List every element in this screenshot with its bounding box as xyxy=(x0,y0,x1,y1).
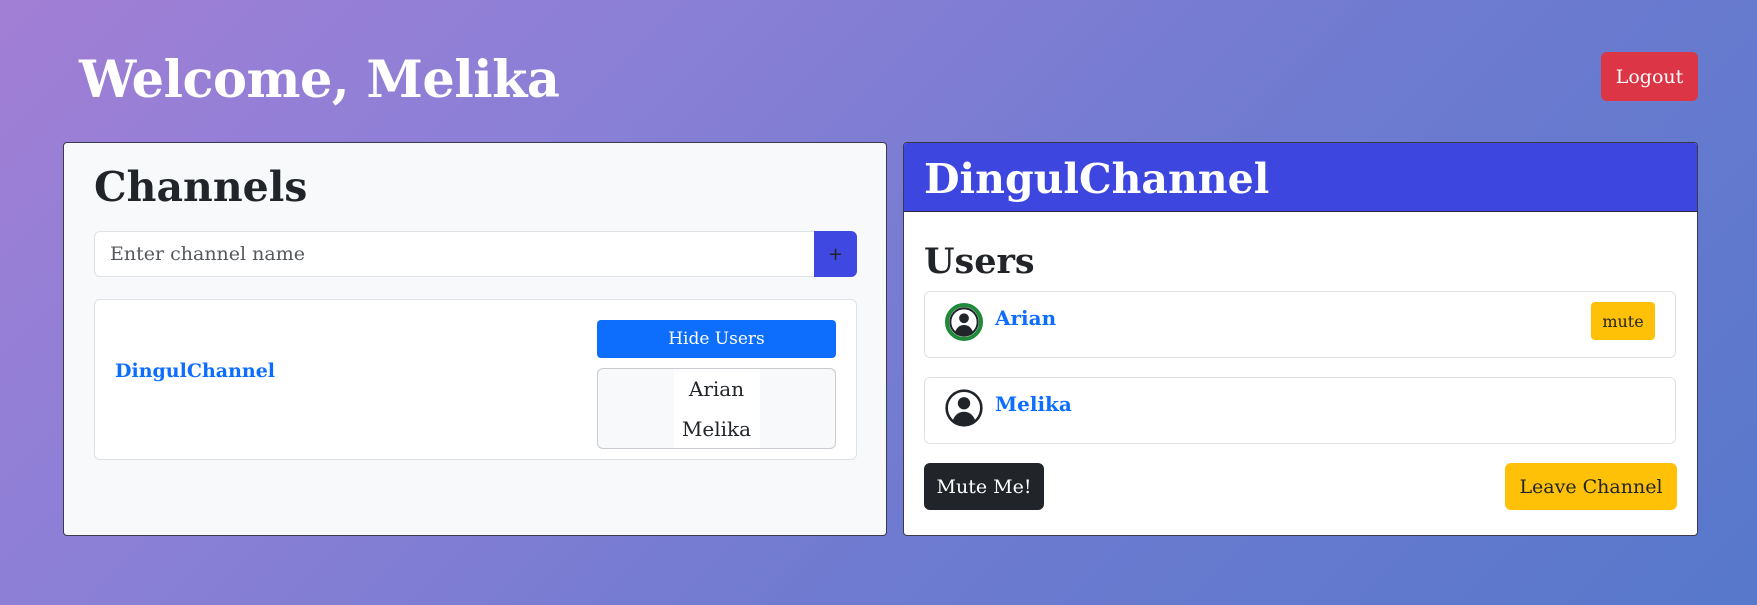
user-row: Melika xyxy=(924,377,1676,444)
active-channel-panel: DingulChannel Users Arian mute Melika Mu… xyxy=(903,142,1698,536)
users-title: Users xyxy=(924,241,1035,282)
channel-user-item: Arian xyxy=(688,377,745,401)
channel-user-item: Melika xyxy=(681,417,752,441)
add-channel-button[interactable]: + xyxy=(814,231,857,277)
welcome-heading: Welcome, Melika xyxy=(79,50,560,110)
channels-title: Channels xyxy=(94,163,308,211)
channel-link[interactable]: DingulChannel xyxy=(115,360,275,382)
user-name-link[interactable]: Arian xyxy=(995,306,1056,330)
user-name-link[interactable]: Melika xyxy=(995,392,1072,416)
mute-me-button[interactable]: Mute Me! xyxy=(924,463,1044,510)
logout-button[interactable]: Logout xyxy=(1601,52,1698,101)
user-row: Arian mute xyxy=(924,291,1676,358)
channel-header: DingulChannel xyxy=(904,143,1697,212)
mute-user-button[interactable]: mute xyxy=(1591,302,1655,340)
channel-users-list: Arian Melika xyxy=(597,368,836,449)
hide-users-button[interactable]: Hide Users xyxy=(597,320,836,358)
channel-name-input[interactable] xyxy=(94,231,814,277)
channel-title: DingulChannel xyxy=(924,155,1270,203)
person-circle-icon xyxy=(945,389,983,427)
person-circle-icon xyxy=(945,303,983,341)
channel-list-item: DingulChannel Hide Users Arian Melika xyxy=(94,299,857,460)
channels-panel: Channels + DingulChannel Hide Users Aria… xyxy=(63,142,887,536)
leave-channel-button[interactable]: Leave Channel xyxy=(1505,463,1677,510)
